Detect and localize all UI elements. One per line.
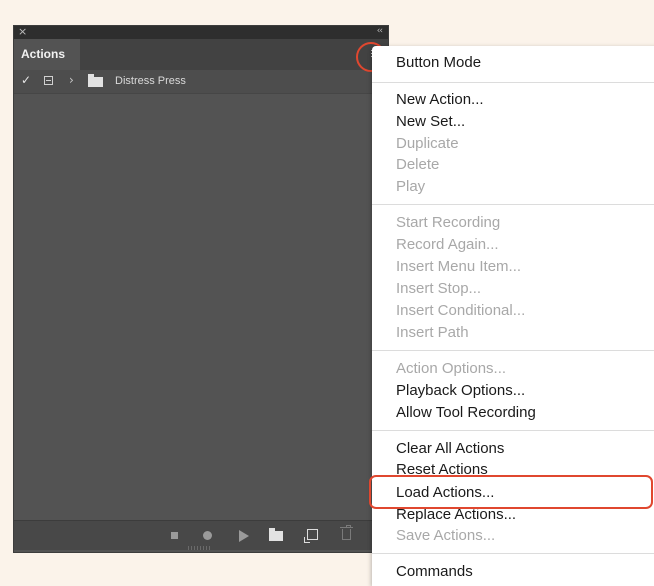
stop-icon[interactable] (171, 532, 178, 539)
menu-item-commands[interactable]: Commands (396, 562, 473, 582)
menu-item-play: Play (396, 178, 426, 195)
menu-item-new-set[interactable]: New Set... (396, 112, 465, 132)
menu-item-insert-conditional: Insert Conditional... (396, 302, 526, 319)
menu-item-button-mode[interactable]: Button Mode (396, 53, 481, 73)
menu-item-duplicate: Duplicate (396, 135, 459, 152)
menu-separator (372, 553, 654, 554)
collapse-icon[interactable]: ‹‹ (377, 26, 383, 38)
folder-icon (88, 74, 103, 87)
panel-title-bar: × ‹‹ (14, 26, 388, 39)
chevron-right-icon[interactable]: › (69, 73, 74, 87)
menu-item-new-action[interactable]: New Action... (396, 90, 484, 110)
play-icon[interactable] (239, 530, 249, 542)
menu-item-record-again: Record Again... (396, 236, 499, 253)
menu-separator (372, 204, 654, 205)
menu-separator (372, 82, 654, 83)
menu-separator (372, 350, 654, 351)
menu-item-insert-path: Insert Path (396, 324, 469, 341)
menu-item-save-actions: Save Actions... (396, 527, 496, 544)
record-icon[interactable] (203, 531, 212, 540)
menu-item-insert-menu-item: Insert Menu Item... (396, 258, 522, 275)
menu-item-delete: Delete (396, 156, 440, 173)
resize-grip[interactable] (188, 546, 212, 550)
panel-tab-bar: Actions (14, 39, 388, 70)
menu-item-clear-all-actions[interactable]: Clear All Actions (396, 439, 504, 459)
menu-item-start-recording: Start Recording (396, 214, 501, 231)
menu-separator (372, 430, 654, 431)
tab-actions[interactable]: Actions (14, 39, 80, 70)
action-set-row[interactable]: ✓ › Distress Press (14, 70, 388, 94)
action-set-name: Distress Press (115, 75, 186, 87)
new-action-icon[interactable] (304, 529, 318, 543)
close-icon[interactable]: × (18, 26, 27, 38)
menu-item-action-options: Action Options... (396, 360, 507, 377)
check-icon[interactable]: ✓ (21, 73, 31, 87)
actions-panel: × ‹‹ Actions ✓ › Distress Press (13, 25, 389, 553)
trash-icon[interactable] (340, 525, 353, 540)
menu-item-allow-tool-recording[interactable]: Allow Tool Recording (396, 403, 536, 423)
load-actions-highlight-box (369, 475, 653, 509)
panel-footer-toolbar (14, 520, 388, 550)
new-set-icon[interactable] (269, 528, 283, 541)
dialog-toggle-icon[interactable] (44, 76, 53, 85)
menu-item-playback-options[interactable]: Playback Options... (396, 381, 525, 401)
menu-item-insert-stop: Insert Stop... (396, 280, 482, 297)
